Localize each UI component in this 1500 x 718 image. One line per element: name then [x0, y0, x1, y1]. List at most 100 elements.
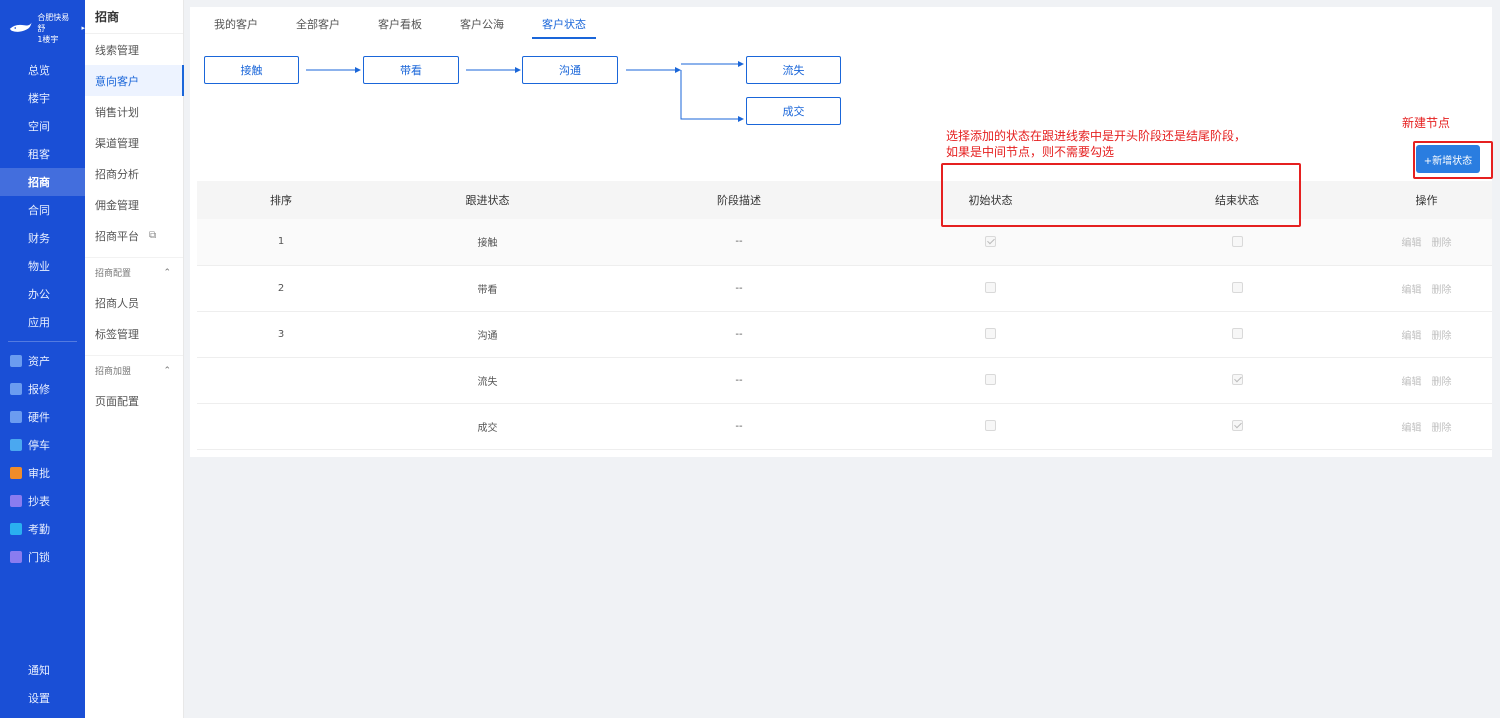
nav-item[interactable]: 办公 [0, 280, 85, 308]
nav-item[interactable]: 合同 [0, 196, 85, 224]
cell-desc: -- [610, 357, 868, 404]
final-checkbox[interactable] [1231, 420, 1243, 432]
cell-order: 1 [197, 219, 365, 266]
sub-nav-item[interactable]: 线索管理 [85, 34, 183, 65]
cell-ops: 编辑 删除 [1361, 403, 1492, 450]
nav-bottom-item[interactable]: 通知 [0, 656, 85, 684]
nav-app-item[interactable]: 考勤 [0, 515, 85, 543]
flow-node[interactable]: 沟通 [522, 56, 618, 84]
sub-nav-item[interactable]: 招商分析 [85, 158, 183, 189]
initial-checkbox[interactable] [985, 282, 996, 294]
nav-app-item[interactable]: 停车 [0, 431, 85, 459]
delete-link[interactable]: 删除 [1432, 238, 1452, 249]
col-ops: 操作 [1361, 181, 1492, 219]
sub-nav-item-label: 线索管理 [95, 43, 139, 57]
chevron-up-icon: ⌃ [163, 365, 171, 376]
main-panel: 我的客户 全部客户 客户看板 客户公海 客户状态 接触 带看 沟通 流失 成交 +新增状… [190, 7, 1492, 457]
sub-nav: 招商 线索管理 意向客户 销售计划 渠道管理 招商分析 佣金管理 招商平台 ⧉ 招商配置 ⌃ … [85, 0, 184, 718]
cell-status: 沟通 [365, 311, 610, 358]
tab[interactable]: 客户看板 [368, 16, 432, 39]
initial-checkbox[interactable] [985, 374, 996, 386]
sub-nav-item[interactable]: 意向客户 [85, 65, 184, 96]
edit-link[interactable]: 编辑 [1402, 238, 1422, 249]
flow-node[interactable]: 接触 [204, 56, 299, 84]
edit-link[interactable]: 编辑 [1402, 377, 1422, 388]
initial-checkbox[interactable] [985, 236, 996, 247]
nav-item[interactable]: 楼宇 [0, 84, 85, 112]
whale-logo-icon [9, 22, 32, 32]
sub-group-config[interactable]: 招商配置 ⌃ [85, 257, 183, 287]
nav-app-label: 抄表 [28, 495, 50, 508]
people-icon [10, 148, 22, 160]
nav-item[interactable]: 招商 [0, 168, 85, 196]
sub-group-franchise[interactable]: 招商加盟 ⌃ [85, 355, 183, 385]
nav-app-item[interactable]: 报修 [0, 375, 85, 403]
edit-link[interactable]: 编辑 [1402, 285, 1422, 296]
nav-app-item[interactable]: 资产 [0, 347, 85, 375]
sub-nav-item[interactable]: 佣金管理 [85, 189, 183, 220]
nav-item[interactable]: 物业 [0, 252, 85, 280]
final-checkbox[interactable] [1231, 282, 1243, 294]
initial-checkbox[interactable] [985, 420, 996, 432]
sub-group-config-label: 招商配置 [95, 269, 132, 279]
nav-app-item[interactable]: 门锁 [0, 543, 85, 571]
nav-divider [8, 341, 77, 342]
nav-item[interactable]: 应用 [0, 308, 85, 336]
annotation-note-line2: 如果是中间节点，则不需要勾选 [946, 145, 1115, 159]
app-square-icon [10, 439, 22, 451]
home-icon [10, 260, 22, 272]
delete-link[interactable]: 删除 [1432, 377, 1452, 388]
tab[interactable]: 客户状态 [532, 16, 596, 39]
app-square-icon [10, 355, 22, 367]
coin-icon [10, 232, 22, 244]
annotation-box-add-button [1413, 141, 1493, 179]
initial-checkbox[interactable] [985, 328, 996, 340]
nav-item-label: 空间 [28, 120, 50, 133]
nav-app-label: 硬件 [28, 411, 50, 424]
final-checkbox[interactable] [1231, 236, 1243, 247]
cell-final [1113, 403, 1361, 450]
document-icon [10, 204, 22, 216]
cell-desc: -- [610, 265, 868, 312]
sub-nav-item[interactable]: 招商平台 ⧉ [85, 220, 183, 251]
app-square-icon [10, 551, 22, 563]
annotation-box-columns [941, 163, 1301, 227]
sub-nav-item[interactable]: 渠道管理 [85, 127, 183, 158]
left-nav: 合肥快易舒 1楼宇 ▸ 总览 楼宇空间租客 招商 合同 财务 物业 办公 应用 资产 报修硬件停… [0, 0, 85, 718]
edit-link[interactable]: 编辑 [1402, 331, 1422, 342]
chevron-up-icon: ⌃ [163, 267, 171, 278]
edit-link[interactable]: 编辑 [1402, 423, 1422, 434]
nav-item[interactable]: 租客 [0, 140, 85, 168]
annotation-new-node: 新建节点 [1402, 116, 1451, 130]
tab[interactable]: 客户公海 [450, 16, 514, 39]
nav-app-label: 考勤 [28, 523, 50, 536]
sub-nav-item[interactable]: 销售计划 [85, 96, 183, 127]
nav-app-item[interactable]: 审批 [0, 459, 85, 487]
nav-item[interactable]: 总览 [0, 56, 85, 84]
sub-nav-item[interactable]: 招商人员 [85, 287, 183, 318]
delete-link[interactable]: 删除 [1432, 331, 1452, 342]
flow-node[interactable]: 流失 [746, 56, 841, 84]
app-square-icon [10, 495, 22, 507]
cell-status: 接触 [365, 219, 610, 266]
nav-app-item[interactable]: 硬件 [0, 403, 85, 431]
tab[interactable]: 我的客户 [204, 16, 268, 39]
delete-link[interactable]: 删除 [1432, 285, 1452, 296]
nav-bottom-label: 设置 [28, 692, 50, 705]
delete-link[interactable]: 删除 [1432, 423, 1452, 434]
nav-bottom-item[interactable]: 设置 [0, 684, 85, 712]
brand[interactable]: 合肥快易舒 1楼宇 ▸ [0, 0, 85, 56]
tag-icon [10, 176, 22, 188]
flow-node[interactable]: 成交 [746, 97, 841, 125]
sub-nav-item[interactable]: 页面配置 [85, 385, 183, 416]
tab[interactable]: 全部客户 [286, 16, 350, 39]
sub-nav-item[interactable]: 标签管理 [85, 318, 183, 349]
final-checkbox[interactable] [1231, 374, 1243, 386]
final-checkbox[interactable] [1231, 328, 1243, 340]
annotation-note: 选择添加的状态在跟进线索中是开头阶段还是结尾阶段， 如果是中间节点，则不需要勾选 [946, 128, 1246, 160]
flow-node[interactable]: 带看 [363, 56, 459, 84]
nav-item[interactable]: 空间 [0, 112, 85, 140]
nav-bottom-label: 通知 [28, 664, 50, 677]
nav-item[interactable]: 财务 [0, 224, 85, 252]
nav-app-item[interactable]: 抄表 [0, 487, 85, 515]
